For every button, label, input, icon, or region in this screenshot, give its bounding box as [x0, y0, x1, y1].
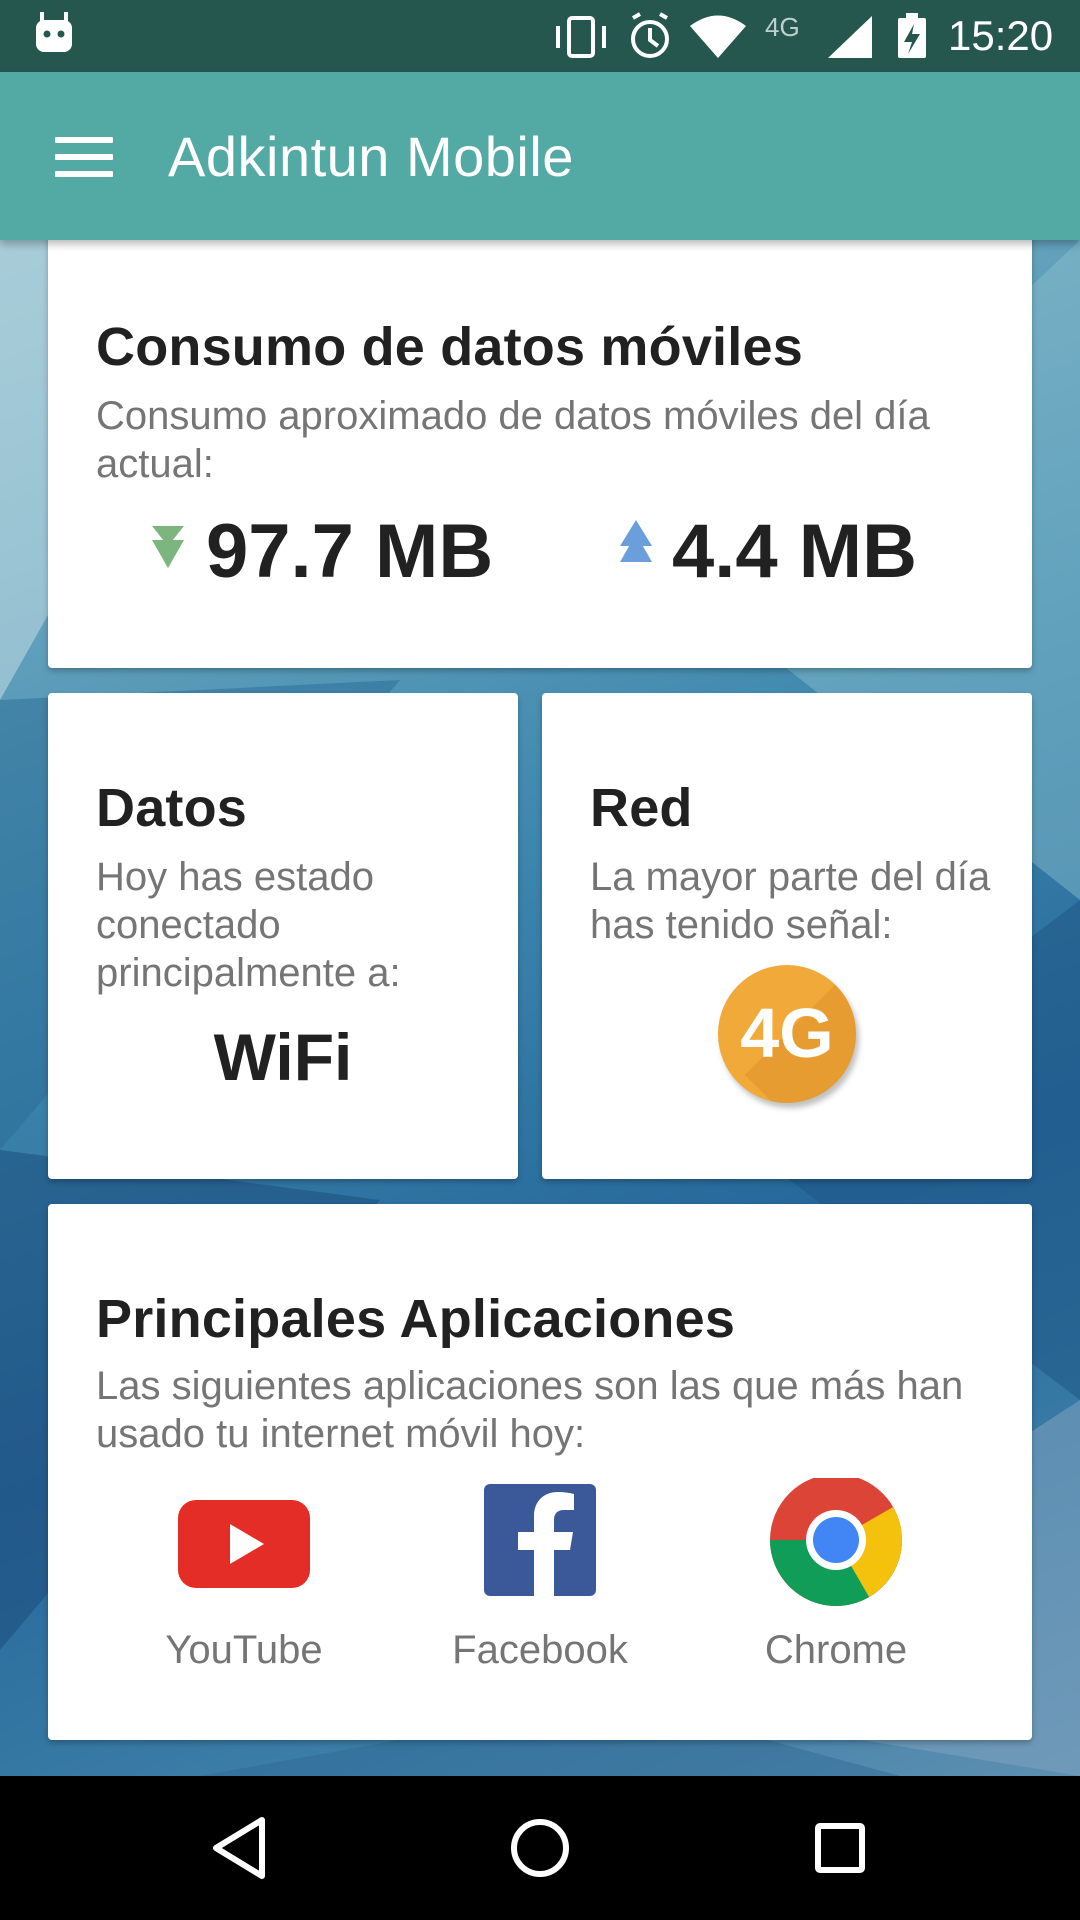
consumption-title: Consumo de datos móviles — [96, 317, 803, 377]
facebook-icon — [484, 1484, 596, 1596]
hamburger-menu-icon[interactable] — [55, 137, 113, 177]
data-card[interactable]: Datos Hoy has estado conectado principal… — [48, 693, 518, 1179]
download-arrow-icon — [152, 526, 184, 568]
data-title: Datos — [96, 778, 248, 838]
android-notification-icon — [36, 12, 72, 52]
data-subtitle: Hoy has estado conectado principalmente … — [96, 855, 401, 995]
alarm-icon — [631, 12, 669, 58]
app-title: Adkintun Mobile — [168, 125, 574, 188]
network-4g-badge: 4G — [718, 965, 856, 1103]
app-bar: Adkintun Mobile — [0, 72, 1080, 240]
status-time: 15:20 — [948, 12, 1054, 59]
network-subtitle: La mayor parte del día has tenido señal: — [590, 855, 991, 947]
upload-arrow-icon — [620, 520, 652, 562]
status-icons: 4G — [36, 12, 926, 58]
app-label: Facebook — [452, 1628, 628, 1672]
battery-charging-icon — [898, 13, 926, 58]
connection-type-value: WiFi — [213, 1020, 353, 1094]
youtube-icon — [178, 1500, 310, 1588]
app-label: YouTube — [165, 1628, 323, 1672]
network-title: Red — [590, 778, 693, 838]
app-label: Chrome — [764, 1628, 908, 1672]
network-4g-label: 4G — [740, 994, 834, 1072]
back-button[interactable] — [180, 1796, 300, 1900]
wifi-icon — [690, 15, 746, 58]
download-value: 97.7 MB — [206, 509, 494, 594]
status-bar: 4G 15:20 — [0, 0, 1080, 72]
apps-title: Principales Aplicaciones — [96, 1289, 736, 1349]
network-card[interactable]: Red La mayor parte del día has tenido se… — [542, 693, 1032, 1179]
consumption-card[interactable]: Consumo de datos móviles Consumo aproxim… — [48, 228, 1032, 668]
consumption-subtitle: Consumo aproximado de datos móviles del … — [96, 394, 930, 486]
recents-button[interactable] — [780, 1796, 900, 1900]
cell-signal-icon — [828, 16, 872, 58]
chrome-icon — [770, 1478, 902, 1606]
upload-value: 4.4 MB — [672, 509, 917, 594]
vibrate-icon — [556, 16, 606, 58]
navigation-bar — [0, 1776, 1080, 1920]
apps-subtitle: Las siguientes aplicaciones son las que … — [96, 1364, 964, 1456]
home-button[interactable] — [480, 1796, 600, 1900]
svg-text:4G: 4G — [765, 12, 800, 42]
